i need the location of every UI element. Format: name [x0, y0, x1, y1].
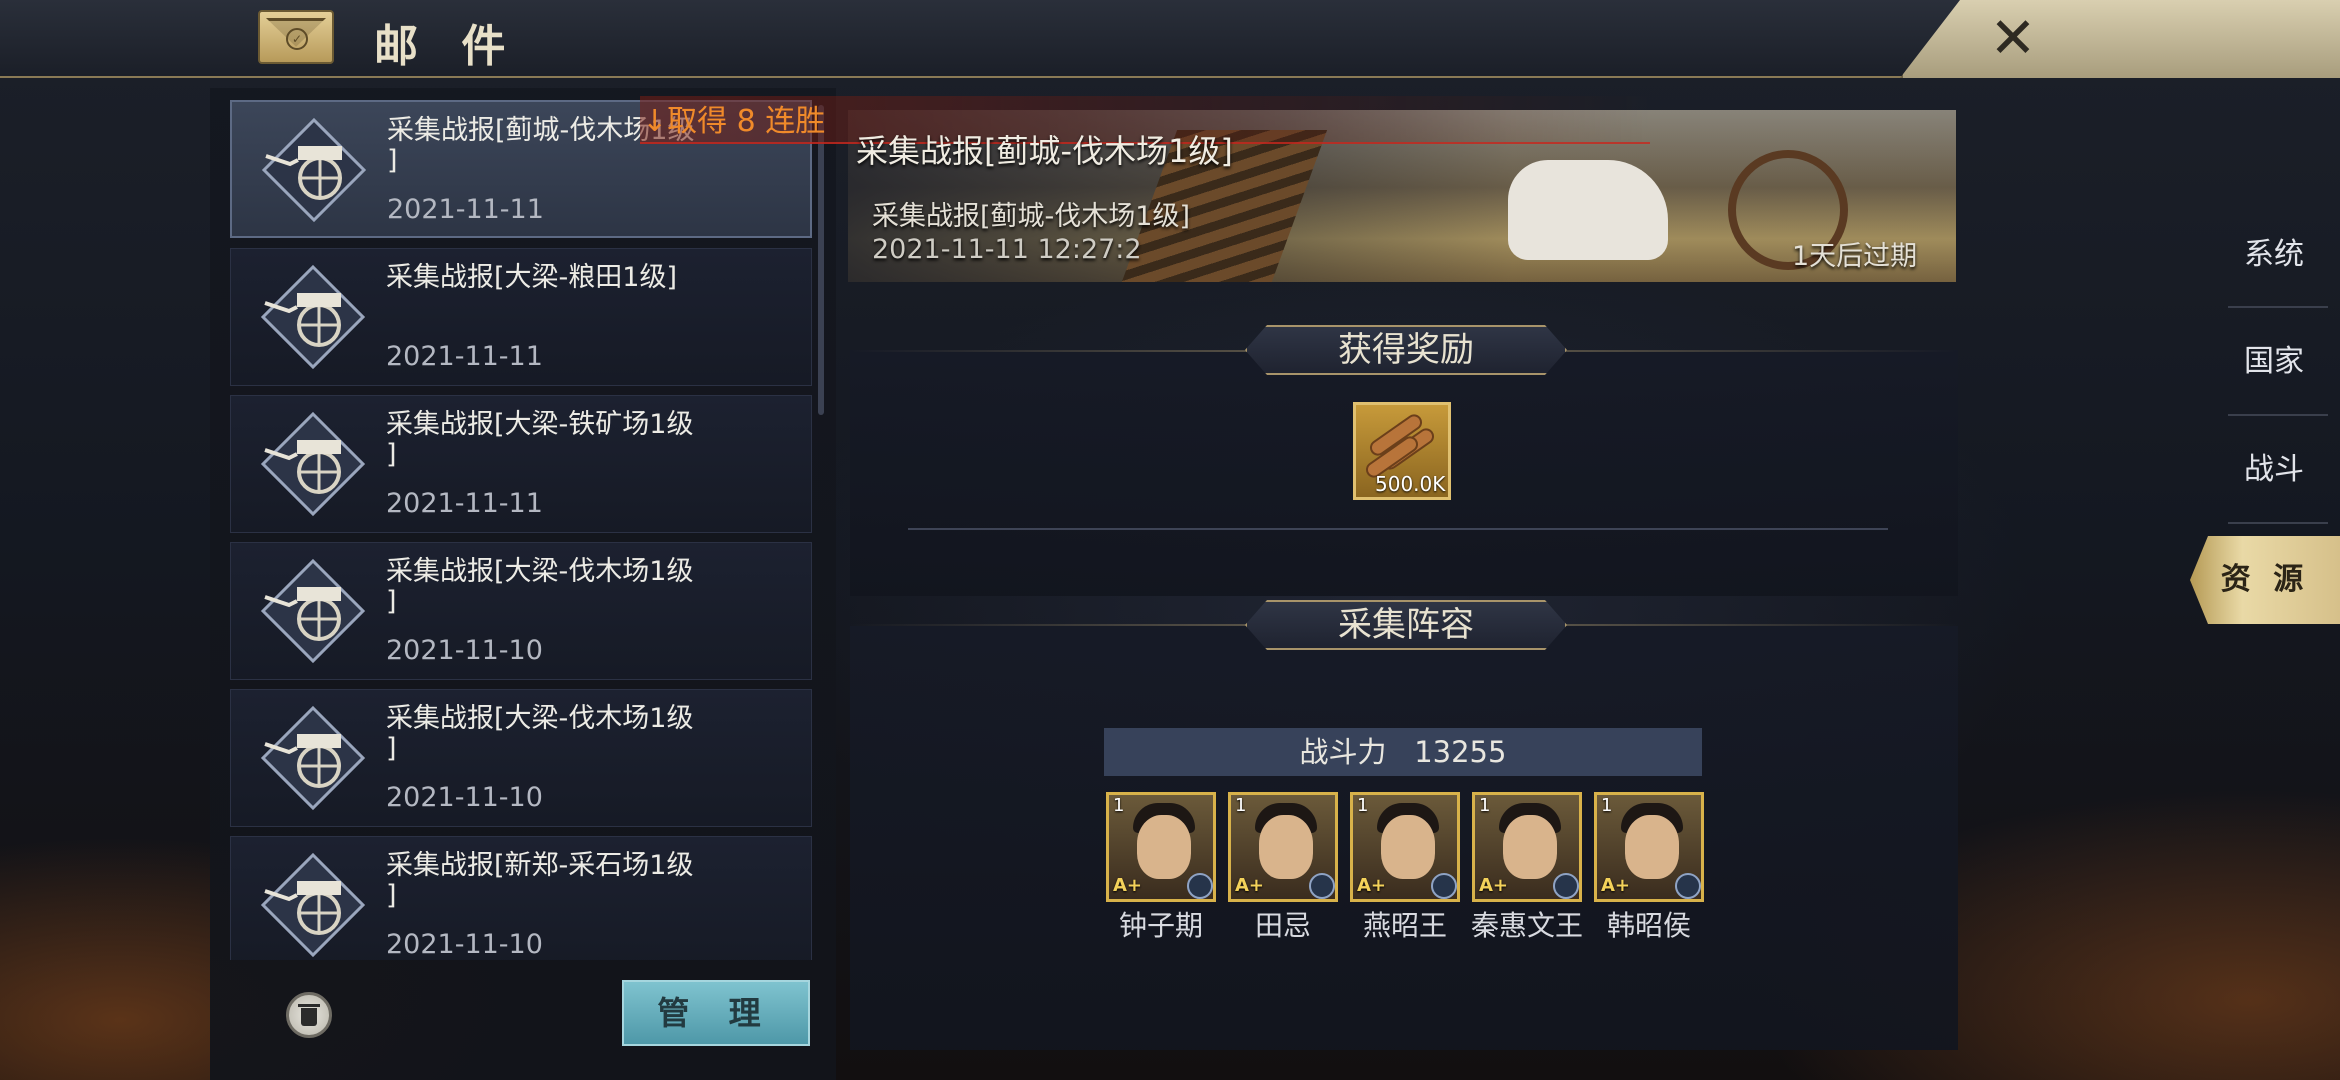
- mail-list-scrollbar[interactable]: [818, 105, 824, 415]
- mail-date: 2021-11-10: [386, 782, 543, 813]
- troop-type-icon: [1431, 873, 1457, 899]
- mail-date: 2021-11-11: [386, 488, 543, 519]
- seal-icon: ✓: [286, 28, 308, 50]
- hero-face: [1259, 815, 1313, 879]
- mail-date: 2021-11-11: [387, 194, 544, 225]
- troop-type-icon: [1309, 873, 1335, 899]
- report-subtitle: 采集战报[蓟城-伐木场1级]: [872, 201, 1190, 232]
- tab-separator: [2228, 414, 2328, 416]
- hero-name: 燕昭王: [1362, 909, 1447, 942]
- report-timestamp: 2021-11-11 12:27:2: [872, 234, 1142, 265]
- reward-section-title: 获得奖励: [1245, 325, 1567, 375]
- cart-icon: [261, 117, 367, 223]
- hero-level: 1: [1235, 795, 1247, 816]
- tab-separator: [2228, 306, 2328, 308]
- hero-face: [1137, 815, 1191, 879]
- hero-grade: A+: [1113, 875, 1143, 896]
- hero-portrait[interactable]: 1 A+: [1228, 792, 1338, 902]
- banner-horse-art: [1508, 160, 1668, 260]
- cart-icon: [260, 264, 366, 370]
- manage-button[interactable]: 管 理: [622, 980, 810, 1046]
- hero-face: [1381, 815, 1435, 879]
- report-title: 采集战报[蓟城-伐木场1级]: [856, 132, 1233, 170]
- hero-level: 1: [1479, 795, 1491, 816]
- hero-name: 田忌: [1254, 909, 1311, 942]
- hero-face: [1625, 815, 1679, 879]
- category-tabs: 系统 国家 战斗 资 源: [2190, 0, 2340, 1080]
- streak-notification: ↓取得 8 连胜: [642, 104, 826, 139]
- hero-name: 秦惠文王: [1470, 909, 1583, 942]
- tab-resource[interactable]: 资 源: [2190, 536, 2340, 624]
- mail-subject: 采集战报[大梁-粮田1级]: [386, 262, 677, 293]
- mail-date: 2021-11-10: [386, 635, 543, 666]
- hero-level: 1: [1601, 795, 1613, 816]
- mail-date: 2021-11-10: [386, 929, 543, 960]
- mail-item[interactable]: 采集战报[大梁-粮田1级] 2021-11-11: [230, 248, 812, 386]
- hero-portrait[interactable]: 1 A+: [1350, 792, 1460, 902]
- hero-name: 韩昭侯: [1606, 909, 1691, 942]
- mail-item[interactable]: 采集战报[大梁-铁矿场1级 ] 2021-11-11: [230, 395, 812, 533]
- cart-icon: [260, 705, 366, 811]
- hero-portrait[interactable]: 1 A+: [1106, 792, 1216, 902]
- hero-portrait[interactable]: 1 A+: [1472, 792, 1582, 902]
- mail-date: 2021-11-11: [386, 341, 543, 372]
- mail-item[interactable]: 采集战报[大梁-伐木场1级 ] 2021-11-10: [230, 689, 812, 827]
- hero-level: 1: [1357, 795, 1369, 816]
- expire-label: 1天后过期: [1792, 241, 1918, 272]
- lineup-section-title: 采集阵容: [1245, 600, 1567, 650]
- hero-grade: A+: [1479, 875, 1509, 896]
- delete-button[interactable]: [286, 992, 332, 1038]
- hero-name: 钟子期: [1118, 909, 1203, 942]
- hero-grade: A+: [1601, 875, 1631, 896]
- reward-quantity: 500.0K: [1375, 472, 1446, 496]
- cart-icon: [260, 852, 366, 958]
- tab-separator: [2228, 522, 2328, 524]
- hero-grade: A+: [1357, 875, 1387, 896]
- tab-battle[interactable]: 战斗: [2208, 420, 2340, 520]
- combat-power-bar: 战斗力 13255: [1104, 728, 1702, 776]
- troop-type-icon: [1553, 873, 1579, 899]
- power-value: 13255: [1414, 735, 1507, 769]
- hero-portrait[interactable]: 1 A+: [1594, 792, 1704, 902]
- mail-subject: 采集战报[大梁-伐木场1级 ]: [386, 556, 694, 617]
- mail-envelope-icon: ✓: [258, 10, 334, 64]
- hero-grade: A+: [1235, 875, 1265, 896]
- mail-item[interactable]: 采集战报[大梁-伐木场1级 ] 2021-11-10: [230, 542, 812, 680]
- close-button[interactable]: ✕: [1980, 6, 2046, 72]
- mail-subject: 采集战报[新郑-采石场1级 ]: [386, 850, 694, 911]
- hero-level: 1: [1113, 795, 1125, 816]
- troop-type-icon: [1675, 873, 1701, 899]
- mail-list-panel: 采集战报[蓟城-伐木场1级 ] 2021-11-11 采集战报[大梁-粮田1级]…: [210, 88, 836, 1080]
- mail-subject: 采集战报[大梁-铁矿场1级 ]: [386, 409, 694, 470]
- tab-country[interactable]: 国家: [2208, 312, 2340, 412]
- mail-subject: 采集战报[大梁-伐木场1级 ]: [386, 703, 694, 764]
- reward-divider: [908, 528, 1888, 530]
- power-label: 战斗力: [1299, 735, 1387, 769]
- cart-icon: [260, 411, 366, 517]
- page-title: 邮 件: [374, 21, 520, 72]
- tab-system[interactable]: 系统: [2208, 205, 2340, 305]
- hero-face: [1503, 815, 1557, 879]
- mail-item[interactable]: 采集战报[新郑-采石场1级 ] 2021-11-10: [230, 836, 812, 960]
- troop-type-icon: [1187, 873, 1213, 899]
- cart-icon: [260, 558, 366, 664]
- mail-list[interactable]: 采集战报[蓟城-伐木场1级 ] 2021-11-11 采集战报[大梁-粮田1级]…: [230, 100, 820, 960]
